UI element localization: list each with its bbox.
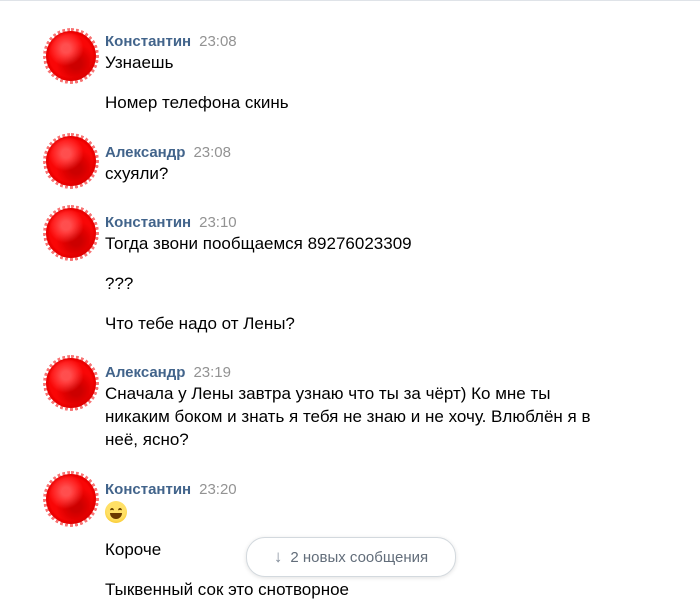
new-messages-button[interactable]: ↓ 2 новых сообщения <box>246 537 456 577</box>
message-text: неё, ясно? <box>105 430 189 449</box>
message-text: Узнаешь <box>105 53 174 72</box>
avatar[interactable] <box>46 474 96 524</box>
message-header: Александр 23:08 <box>105 144 231 162</box>
author-name[interactable]: Константин <box>105 481 191 498</box>
author-name[interactable]: Александр <box>105 364 185 381</box>
author-name[interactable]: Александр <box>105 144 185 161</box>
avatar[interactable] <box>46 358 96 408</box>
message-text: Номер телефона скинь <box>105 93 289 112</box>
arrow-down-icon: ↓ <box>273 547 283 566</box>
message-time: 23:20 <box>199 481 237 498</box>
grinning-face-emoji <box>105 501 127 523</box>
message-time: 23:08 <box>193 144 231 161</box>
message-time: 23:08 <box>199 33 237 50</box>
avatar[interactable] <box>46 136 96 186</box>
new-messages-label: 2 новых сообщения <box>290 548 429 566</box>
message-time: 23:10 <box>199 214 237 231</box>
chat-history[interactable]: Константин 23:08 Узнаешь Номер телефона с… <box>0 0 700 599</box>
avatar[interactable] <box>46 208 96 258</box>
message-text: схуяли? <box>105 164 169 183</box>
author-name[interactable]: Константин <box>105 33 191 50</box>
message-header: Константин 23:10 <box>105 214 237 232</box>
message-text: Короче <box>105 540 162 559</box>
message-text: Что тебе надо от Лены? <box>105 314 295 333</box>
message-header: Александр 23:19 <box>105 364 231 382</box>
avatar[interactable] <box>46 31 96 81</box>
message-time: 23:19 <box>193 364 231 381</box>
message-header: Константин 23:20 <box>105 481 237 499</box>
message-text: Тогда звони пообщаемся 89276023309 <box>105 234 412 253</box>
author-name[interactable]: Константин <box>105 214 191 231</box>
message-text: ??? <box>105 274 134 293</box>
message-text: никаким боком и знать я тебя не знаю и н… <box>105 407 591 426</box>
message-text: Сначала у Лены завтра узнаю что ты за чё… <box>105 384 551 403</box>
message-header: Константин 23:08 <box>105 33 237 51</box>
